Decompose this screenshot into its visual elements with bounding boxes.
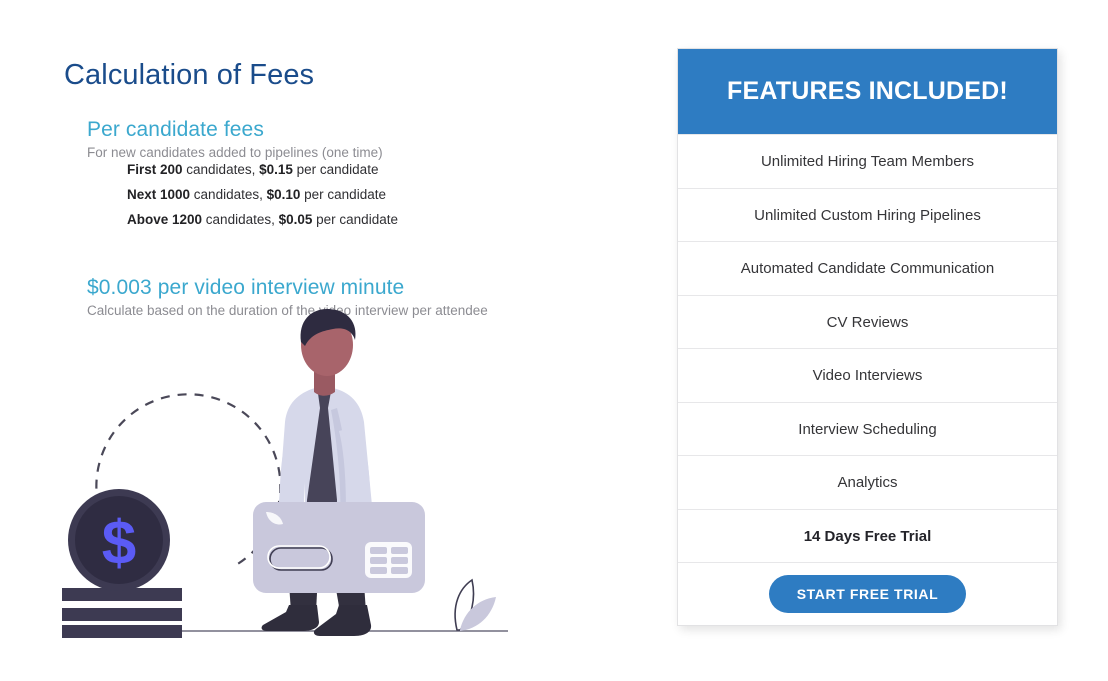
page-title: Calculation of Fees bbox=[64, 59, 315, 92]
fee-tier-middle: candidates, bbox=[190, 187, 267, 202]
fee-tier-row: Above 1200 candidates, $0.05 per candida… bbox=[127, 207, 398, 232]
feature-row: Interview Scheduling bbox=[678, 401, 1057, 456]
feature-row: Unlimited Hiring Team Members bbox=[678, 134, 1057, 188]
fee-tier-label: Next 1000 bbox=[127, 187, 191, 202]
features-included-card: FEATURES INCLUDED! Unlimited Hiring Team… bbox=[677, 48, 1058, 626]
start-free-trial-button[interactable]: START FREE TRIAL bbox=[768, 575, 967, 613]
fee-tier-middle: candidates, bbox=[182, 162, 260, 177]
fees-section: Calculation of Fees Per candidate fees F… bbox=[0, 0, 640, 681]
per-candidate-fees-heading: Per candidate fees bbox=[87, 118, 264, 142]
feature-row: Video Interviews bbox=[678, 348, 1057, 402]
fee-tier-price: $0.15 bbox=[259, 162, 293, 177]
credit-card-briefcase bbox=[253, 502, 425, 593]
video-interview-fee-heading: $0.003 per video interview minute bbox=[87, 276, 405, 300]
feature-row: Unlimited Custom Hiring Pipelines bbox=[678, 187, 1057, 242]
feature-row: Automated Candidate Communication bbox=[678, 241, 1057, 295]
cta-row: START FREE TRIAL bbox=[678, 562, 1057, 625]
fee-tier-label: First 200 bbox=[127, 162, 183, 177]
fee-tier-suffix: per candidate bbox=[312, 212, 398, 227]
fee-tier-label: Above 1200 bbox=[127, 212, 203, 227]
dollar-coin-icon: $ bbox=[68, 489, 170, 591]
fees-illustration: $ bbox=[40, 300, 540, 645]
fee-tier-price: $0.10 bbox=[266, 187, 301, 202]
feature-row: CV Reviews bbox=[678, 294, 1057, 349]
fee-tier-middle: candidates, bbox=[202, 212, 279, 227]
fee-tier-suffix: per candidate bbox=[300, 187, 386, 202]
feature-row: Analytics bbox=[678, 455, 1057, 509]
svg-text:$: $ bbox=[102, 509, 136, 578]
fee-tier-price: $0.05 bbox=[278, 212, 313, 227]
features-card-header: FEATURES INCLUDED! bbox=[678, 49, 1057, 134]
plant-icon bbox=[454, 578, 496, 631]
fee-tier-row: First 200 candidates, $0.15 per candidat… bbox=[127, 157, 398, 182]
coin-stack bbox=[62, 588, 182, 638]
feature-row-free-trial: 14 Days Free Trial bbox=[678, 508, 1057, 563]
fee-tier-row: Next 1000 candidates, $0.10 per candidat… bbox=[127, 182, 398, 207]
fee-tier-list: First 200 candidates, $0.15 per candidat… bbox=[127, 157, 398, 232]
fee-tier-suffix: per candidate bbox=[292, 162, 379, 177]
